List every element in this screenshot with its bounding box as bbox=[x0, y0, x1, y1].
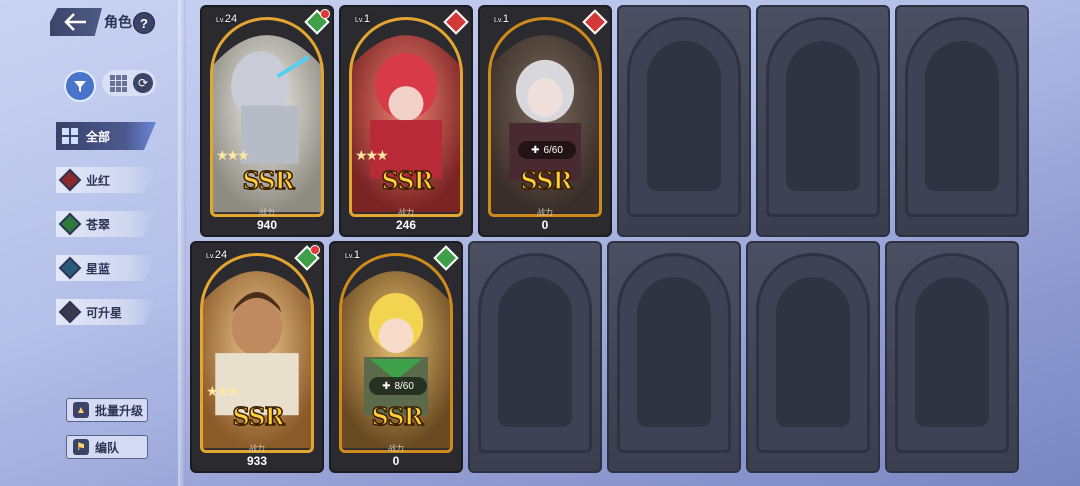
character-silhouette bbox=[776, 277, 850, 427]
star-rating: ★★★ bbox=[216, 147, 250, 163]
category-label: 星蓝 bbox=[86, 261, 111, 276]
power-label: 战力 bbox=[388, 444, 404, 453]
back-button[interactable] bbox=[50, 8, 102, 36]
locked-card-slot bbox=[468, 241, 602, 473]
star-rating: ★★★ bbox=[355, 147, 389, 163]
power-value: 246 bbox=[395, 218, 417, 232]
card-level: Lv.1 bbox=[355, 13, 370, 25]
batch-upgrade-label: 批量升级 bbox=[95, 403, 144, 418]
filter-button[interactable] bbox=[64, 70, 96, 102]
batch-upgrade-button[interactable]: ▲ 批量升级 bbox=[66, 398, 148, 422]
help-button[interactable]: ? bbox=[133, 12, 155, 34]
puzzle-piece-icon: ✚ bbox=[382, 380, 391, 392]
shard-progress: ✚ 6/60 bbox=[518, 141, 576, 159]
power-display: 战力 246 bbox=[341, 207, 471, 232]
azure-gem-icon bbox=[58, 256, 82, 280]
grid-icon bbox=[62, 128, 78, 144]
character-silhouette bbox=[925, 41, 999, 191]
power-value: 0 bbox=[541, 218, 549, 232]
grid-icon bbox=[110, 74, 127, 92]
rarity-badge: SSR bbox=[359, 397, 435, 435]
category-all[interactable]: 全部 bbox=[56, 122, 156, 150]
character-card[interactable]: Lv.1 ✚ 6/60 SSR 战力 0 bbox=[478, 5, 612, 237]
rarity-badge: SSR bbox=[230, 161, 306, 199]
category-label: 业红 bbox=[86, 173, 111, 188]
card-level: Lv.24 bbox=[216, 13, 238, 25]
crimson-gem-icon bbox=[58, 168, 82, 192]
category-crimson[interactable]: 业红 bbox=[56, 167, 156, 193]
shard-count: 6/60 bbox=[543, 144, 563, 156]
locked-card-slot bbox=[746, 241, 880, 473]
character-silhouette bbox=[915, 277, 989, 427]
card-level: Lv.1 bbox=[494, 13, 509, 25]
star-rating: ★★★ bbox=[206, 383, 240, 399]
character-card[interactable]: Lv.24 ★★★ SSR 战力 933 bbox=[190, 241, 324, 473]
page-title: 角色 bbox=[104, 14, 132, 30]
card-level: Lv.1 bbox=[345, 249, 360, 261]
power-label: 战力 bbox=[259, 208, 275, 217]
locked-card-slot bbox=[607, 241, 741, 473]
locked-card-slot bbox=[756, 5, 890, 237]
formation-label: 编队 bbox=[95, 440, 120, 455]
locked-card-slot bbox=[885, 241, 1019, 473]
category-label: 苍翠 bbox=[86, 217, 111, 232]
sidebar-divider bbox=[178, 0, 186, 486]
rarity-badge: SSR bbox=[508, 161, 584, 199]
category-azure[interactable]: 星蓝 bbox=[56, 255, 156, 281]
locked-card-slot bbox=[617, 5, 751, 237]
character-silhouette bbox=[498, 277, 572, 427]
character-card[interactable]: Lv.1 ✚ 8/60 SSR 战力 0 bbox=[329, 241, 463, 473]
character-silhouette bbox=[647, 41, 721, 191]
power-display: 战力 933 bbox=[192, 443, 322, 468]
character-card[interactable]: Lv.1 ★★★ SSR 战力 246 bbox=[339, 5, 473, 237]
power-value: 940 bbox=[256, 218, 278, 232]
character-card[interactable]: Lv.24 ★★★ SSR 战力 940 bbox=[200, 5, 334, 237]
upgrade-icon: ▲ bbox=[73, 402, 89, 418]
star-gem-icon bbox=[58, 300, 82, 324]
power-display: 战力 0 bbox=[331, 443, 461, 468]
power-label: 战力 bbox=[249, 444, 265, 453]
swap-icon: ⟳ bbox=[133, 73, 153, 93]
card-level: Lv.24 bbox=[206, 249, 228, 261]
category-verdant[interactable]: 苍翠 bbox=[56, 211, 156, 237]
category-label: 全部 bbox=[86, 129, 111, 144]
power-display: 战力 0 bbox=[480, 207, 610, 232]
power-value: 0 bbox=[392, 454, 400, 468]
notification-dot bbox=[310, 245, 320, 255]
category-label: 可升星 bbox=[86, 305, 123, 320]
formation-icon: ⚑ bbox=[73, 439, 89, 455]
locked-card-slot bbox=[895, 5, 1029, 237]
category-upgradable[interactable]: 可升星 bbox=[56, 299, 156, 325]
shard-count: 8/60 bbox=[394, 380, 414, 392]
verdant-gem-icon bbox=[58, 212, 82, 236]
character-silhouette bbox=[637, 277, 711, 427]
power-value: 933 bbox=[246, 454, 268, 468]
notification-dot bbox=[320, 9, 330, 19]
power-label: 战力 bbox=[537, 208, 553, 217]
formation-button[interactable]: ⚑ 编队 bbox=[66, 435, 148, 459]
filter-icon bbox=[74, 81, 86, 92]
back-arrow-icon bbox=[64, 13, 86, 31]
character-silhouette bbox=[786, 41, 860, 191]
power-display: 战力 940 bbox=[202, 207, 332, 232]
rarity-badge: SSR bbox=[369, 161, 445, 199]
shard-progress: ✚ 8/60 bbox=[369, 377, 427, 395]
puzzle-piece-icon: ✚ bbox=[531, 144, 540, 156]
power-label: 战力 bbox=[398, 208, 414, 217]
view-toggle[interactable]: ⟳ bbox=[102, 70, 156, 96]
rarity-badge: SSR bbox=[220, 397, 296, 435]
